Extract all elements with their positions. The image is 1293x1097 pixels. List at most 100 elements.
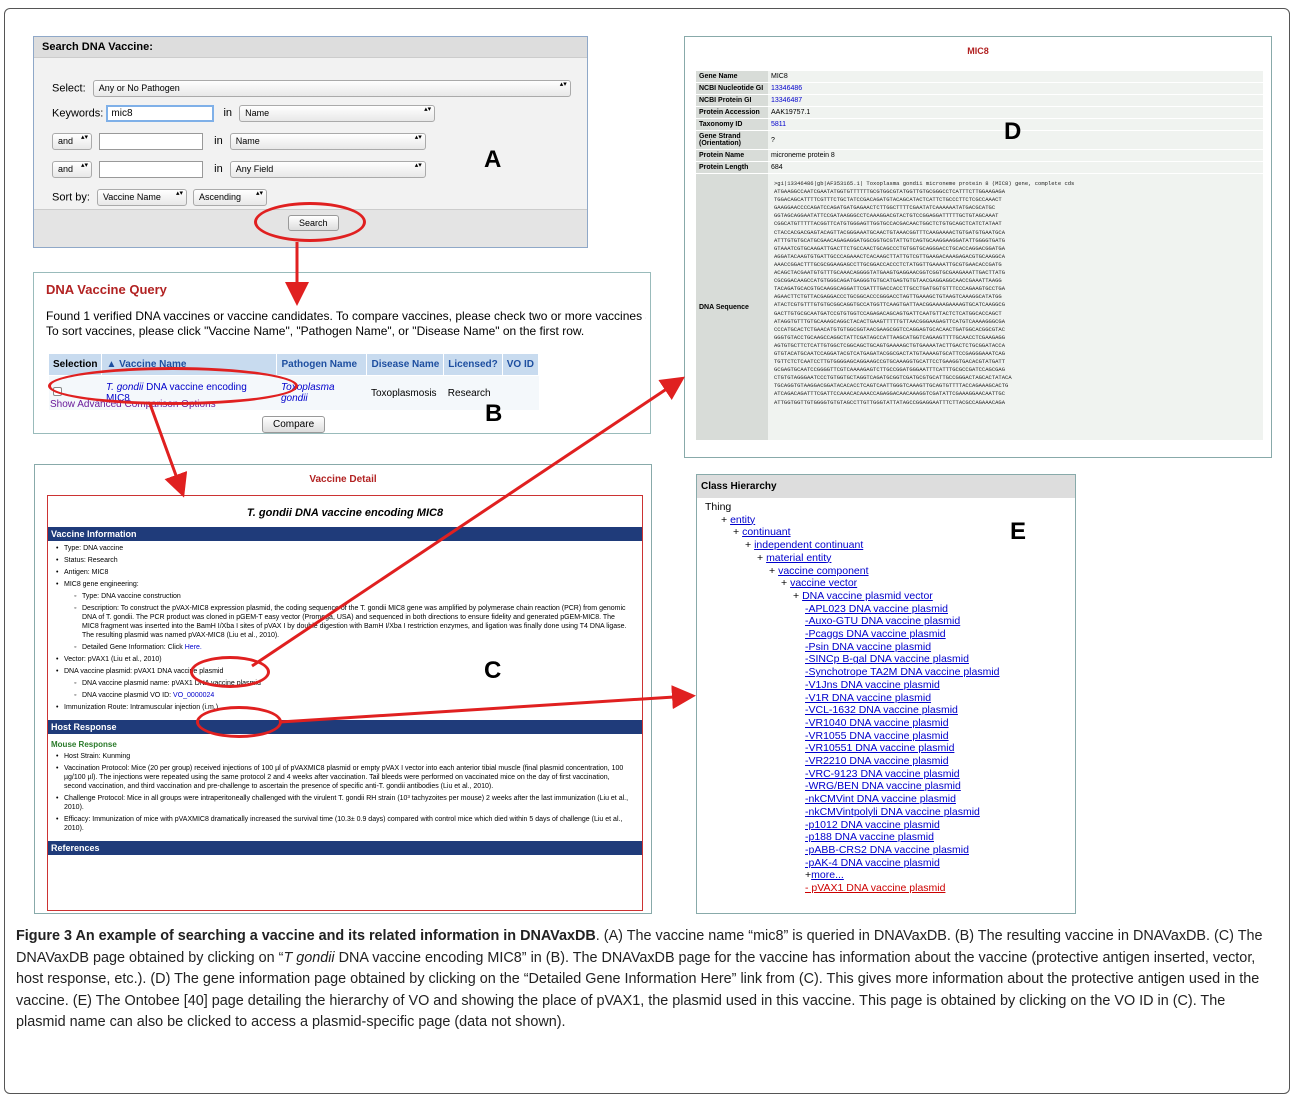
sequence-line: GTAAATCGTGCAAGATTGACTTCTGCCAACTGCAGCCCTG… — [774, 244, 1006, 252]
tree-child-link[interactable]: -APL023 DNA vaccine plasmid — [805, 603, 948, 615]
tree-child-link[interactable]: -VRC-9123 DNA vaccine plasmid — [805, 768, 960, 780]
tree-node: + vaccine component — [769, 564, 869, 577]
query-summary-line1: Found 1 verified DNA vaccines or vaccine… — [46, 309, 646, 323]
search-highlight-ring — [254, 202, 366, 242]
tree-child-link[interactable]: -pAK-4 DNA vaccine plasmid — [805, 857, 940, 869]
route-item: Immunization Route: Intramuscular inject… — [56, 703, 642, 712]
sequence-line: ATACTCGTGTTTGTGTGCGGCAGGTGCCATGGTTCAAGTG… — [774, 301, 1006, 309]
panel-label-d: D — [1004, 118, 1022, 145]
keyword3-input[interactable] — [99, 161, 204, 178]
tree-root: Thing — [705, 501, 732, 513]
tree-child-link[interactable]: -VR1055 DNA vaccine plasmid — [805, 730, 949, 742]
sequence-line: TGTTCTCTCAATCCTTGTGGGGAGCAGGAAGCCGTGCAAA… — [774, 358, 1006, 366]
tree-node-link[interactable]: vaccine vector — [790, 577, 857, 589]
select-label: Select: — [52, 82, 86, 95]
col-disease[interactable]: Disease Name — [366, 353, 445, 376]
status-item: Status: Research — [56, 556, 642, 565]
selected-plasmid[interactable]: - pVAX1 DNA vaccine plasmid — [705, 882, 1000, 895]
in-label: in — [223, 107, 233, 120]
sequence-line: CTACCACGACGAGTACAGTTACGGGAAATGCAACTGTAAA… — [774, 228, 1006, 236]
vaccine-detail-title: Vaccine Detail — [309, 474, 377, 485]
tree-node: + independent continuant — [745, 539, 864, 552]
field3-select[interactable]: Any Field — [229, 161, 426, 178]
gene-info-panel: MIC8 Gene Name MIC8 NCBI Nucleotide GI 1334… — [684, 36, 1272, 458]
tree-child-link[interactable]: -Auxo-GTU DNA vaccine plasmid — [805, 615, 960, 627]
pathogen-select[interactable]: Any or No Pathogen — [92, 80, 571, 97]
sequence-line: AAACCGGACTTTGCGCGGAAGAGCCTTGCGGACCACCCTC… — [774, 260, 1002, 268]
tree-child-link[interactable]: -Synchotrope TA2M DNA vaccine plasmid — [805, 666, 1000, 678]
field1-select[interactable]: Name — [239, 105, 436, 122]
compare-button[interactable]: Compare — [262, 416, 326, 433]
tree-child-link[interactable]: -V1Jns DNA vaccine plasmid — [805, 679, 940, 691]
gene-field-value: MIC8 — [768, 71, 1263, 83]
more-link[interactable]: more... — [811, 869, 844, 881]
sequence-line: ATAGGTGTTTGTGCAAAGCAGGCTACACTGAAGTTTTTGT… — [774, 317, 1006, 325]
vaccine-highlight-ring — [48, 367, 298, 405]
tree-child-link[interactable]: -VR2210 DNA vaccine plasmid — [805, 755, 949, 767]
query-title: DNA Vaccine Query — [46, 282, 167, 297]
tree-node-link[interactable]: material entity — [766, 552, 831, 564]
gene-row: NCBI Nucleotide GI 13346486 — [696, 82, 1263, 95]
gene-field-label: Protein Accession — [696, 106, 768, 119]
vaccine-information-bar: Vaccine Information — [48, 527, 642, 541]
sequence-line: GACTTGTGCGCAATGATCCGTGTGGTCCAGAGACAGCAGT… — [774, 309, 1002, 317]
tree-child-link[interactable]: -VR10551 DNA vaccine plasmid — [805, 742, 954, 754]
tree-child-link[interactable]: -SINCp B-gal DNA vaccine plasmid — [805, 653, 969, 665]
gene-field-label: NCBI Nucleotide GI — [696, 82, 768, 95]
search-header: Search DNA Vaccine: — [34, 37, 587, 58]
dna-sequence-label: DNA Sequence — [696, 173, 768, 441]
tree-child-link[interactable]: -p188 DNA vaccine plasmid — [805, 831, 934, 843]
tree-child-link[interactable]: -VR1040 DNA vaccine plasmid — [805, 717, 949, 729]
vo-id-highlight-ring — [196, 706, 282, 738]
sort-order-select[interactable]: Ascending — [193, 189, 268, 206]
sequence-line: CTGTGTAGGGAATCCCTGTGGTGCTAGGTCAGATGCGGTC… — [774, 374, 1012, 382]
tree-child-link[interactable]: -nkCMVintpolyli DNA vaccine plasmid — [805, 806, 980, 818]
col-pathogen[interactable]: Pathogen Name — [276, 353, 368, 376]
sort-field-select[interactable]: Vaccine Name — [96, 189, 187, 206]
tree-node-link[interactable]: DNA vaccine plasmid vector — [802, 590, 933, 602]
detailed-gene-link[interactable]: Here. — [185, 644, 202, 651]
keyword2-input[interactable] — [99, 133, 204, 150]
op2-select[interactable]: and — [52, 133, 92, 150]
gene-field-label: Protein Length — [696, 161, 768, 174]
mouse-response-heading: Mouse Response — [51, 740, 117, 749]
query-results-panel: DNA Vaccine Query Found 1 verified DNA v… — [33, 272, 651, 434]
tree-node-link[interactable]: continuant — [742, 526, 790, 538]
panel-label-c: C — [484, 657, 502, 684]
panel-label-b: B — [485, 400, 503, 427]
sort-label: Sort by: — [52, 191, 90, 204]
gene-field-label: Protein Name — [696, 149, 768, 162]
gene-field-link[interactable]: 13346487 — [768, 94, 1263, 107]
gene-row: Gene Strand (Orientation)? — [696, 130, 1263, 150]
tree-child-link[interactable]: -p1012 DNA vaccine plasmid — [805, 819, 940, 831]
tree-child-link[interactable]: -VCL-1632 DNA vaccine plasmid — [805, 704, 958, 716]
tree-child-link[interactable]: -Pcaggs DNA vaccine plasmid — [805, 628, 946, 640]
sequence-line: ATGAAGGCCAATCGAATATGGTGTTTTTTGCGTGGCGTAT… — [774, 188, 1006, 196]
field2-select[interactable]: Name — [229, 133, 426, 150]
plasmid-vo-item: DNA vaccine plasmid VO ID: VO_0000024 — [74, 691, 642, 700]
gene-field-value: microneme protein 8 — [768, 149, 1263, 162]
gene-field-value: AAK19757.1 — [768, 106, 1263, 119]
tree-child-link[interactable]: -nkCMVint DNA vaccine plasmid — [805, 793, 956, 805]
gene-field-link[interactable]: 13346486 — [768, 82, 1263, 95]
query-summary: Found 1 verified DNA vaccines or vaccine… — [46, 309, 646, 339]
host-response-bar: Host Response — [48, 720, 642, 734]
tree-child-link[interactable]: -Psin DNA vaccine plasmid — [805, 641, 931, 653]
keywords-input[interactable]: mic8 — [106, 105, 215, 122]
tree-child-link[interactable]: -WRG/BEN DNA vaccine plasmid — [805, 780, 961, 792]
tree-child-link[interactable]: -pABB-CRS2 DNA vaccine plasmid — [805, 844, 969, 856]
dna-sequence: >gi|13346486|gb|AF353165.1| Toxoplasma g… — [771, 176, 1260, 438]
figure-caption: Figure 3 An example of searching a vacci… — [16, 928, 1263, 1030]
vaccine-detail-panel: Vaccine Detail T. gondii DNA vaccine enc… — [34, 464, 652, 914]
gene-title: MIC8 — [967, 46, 989, 56]
tree-node-link[interactable]: vaccine component — [778, 565, 868, 577]
tree-node-link[interactable]: entity — [730, 514, 755, 526]
tree-node-link[interactable]: independent continuant — [754, 539, 863, 551]
eng-type-item: Type: DNA vaccine construction — [74, 592, 642, 601]
vector-item: Vector: pVAX1 (Liu et al., 2010) — [56, 655, 642, 664]
tree-child-link[interactable]: -V1R DNA vaccine plasmid — [805, 692, 931, 704]
vo-id-link[interactable]: VO_0000024 — [173, 692, 214, 699]
tree-node: + entity — [721, 513, 756, 526]
sequence-line: AGAACTTCTGTTACGAGGACCCTGCGGCACCCGGGACCTA… — [774, 293, 1002, 301]
op3-select[interactable]: and — [52, 161, 92, 178]
